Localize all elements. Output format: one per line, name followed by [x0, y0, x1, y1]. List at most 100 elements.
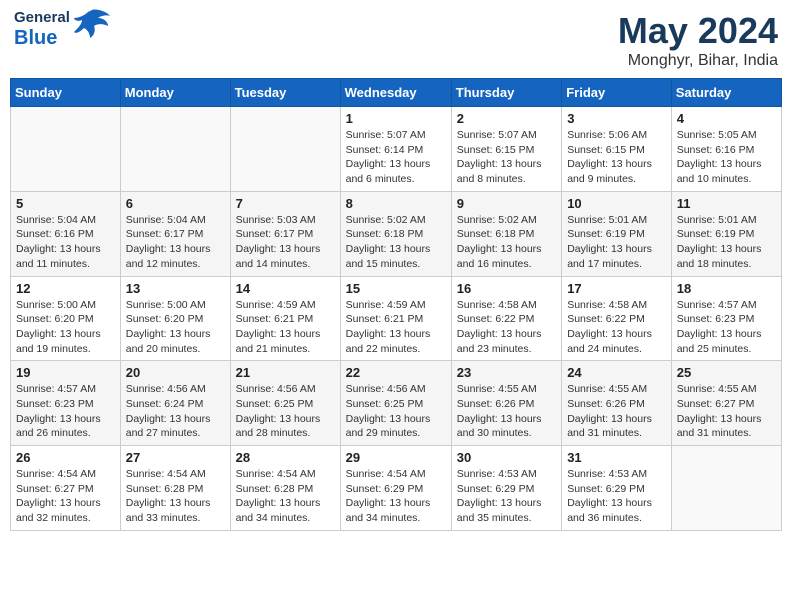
weekday-header-wednesday: Wednesday: [340, 79, 451, 107]
calendar-table: SundayMondayTuesdayWednesdayThursdayFrid…: [10, 78, 782, 531]
day-number: 10: [567, 196, 666, 211]
day-info: Sunrise: 4:54 AMSunset: 6:27 PMDaylight:…: [16, 467, 115, 526]
day-info: Sunrise: 5:01 AMSunset: 6:19 PMDaylight:…: [677, 213, 776, 272]
day-info: Sunrise: 5:00 AMSunset: 6:20 PMDaylight:…: [16, 298, 115, 357]
calendar-cell: 3 Sunrise: 5:06 AMSunset: 6:15 PMDayligh…: [562, 107, 672, 192]
day-number: 12: [16, 281, 115, 296]
day-info: Sunrise: 5:02 AMSunset: 6:18 PMDaylight:…: [346, 213, 446, 272]
day-number: 17: [567, 281, 666, 296]
day-number: 13: [126, 281, 225, 296]
day-info: Sunrise: 4:58 AMSunset: 6:22 PMDaylight:…: [567, 298, 666, 357]
day-info: Sunrise: 4:57 AMSunset: 6:23 PMDaylight:…: [677, 298, 776, 357]
day-number: 31: [567, 450, 666, 465]
calendar-cell: 25 Sunrise: 4:55 AMSunset: 6:27 PMDaylig…: [671, 361, 781, 446]
day-info: Sunrise: 4:59 AMSunset: 6:21 PMDaylight:…: [236, 298, 335, 357]
calendar-cell: 15 Sunrise: 4:59 AMSunset: 6:21 PMDaylig…: [340, 276, 451, 361]
calendar-cell: [120, 107, 230, 192]
calendar-cell: 14 Sunrise: 4:59 AMSunset: 6:21 PMDaylig…: [230, 276, 340, 361]
calendar-cell: 8 Sunrise: 5:02 AMSunset: 6:18 PMDayligh…: [340, 191, 451, 276]
day-number: 2: [457, 111, 556, 126]
day-info: Sunrise: 5:03 AMSunset: 6:17 PMDaylight:…: [236, 213, 335, 272]
day-number: 25: [677, 365, 776, 380]
day-number: 15: [346, 281, 446, 296]
calendar-cell: 20 Sunrise: 4:56 AMSunset: 6:24 PMDaylig…: [120, 361, 230, 446]
logo-blue: Blue: [14, 27, 70, 49]
calendar-cell: 4 Sunrise: 5:05 AMSunset: 6:16 PMDayligh…: [671, 107, 781, 192]
calendar-cell: 27 Sunrise: 4:54 AMSunset: 6:28 PMDaylig…: [120, 446, 230, 531]
calendar-cell: 5 Sunrise: 5:04 AMSunset: 6:16 PMDayligh…: [11, 191, 121, 276]
day-info: Sunrise: 5:04 AMSunset: 6:16 PMDaylight:…: [16, 213, 115, 272]
location: Monghyr, Bihar, India: [618, 52, 778, 70]
calendar-cell: 11 Sunrise: 5:01 AMSunset: 6:19 PMDaylig…: [671, 191, 781, 276]
day-info: Sunrise: 4:56 AMSunset: 6:25 PMDaylight:…: [346, 382, 446, 441]
day-info: Sunrise: 5:00 AMSunset: 6:20 PMDaylight:…: [126, 298, 225, 357]
calendar-cell: 10 Sunrise: 5:01 AMSunset: 6:19 PMDaylig…: [562, 191, 672, 276]
day-info: Sunrise: 4:56 AMSunset: 6:24 PMDaylight:…: [126, 382, 225, 441]
week-row-1: 1 Sunrise: 5:07 AMSunset: 6:14 PMDayligh…: [11, 107, 782, 192]
calendar-cell: 19 Sunrise: 4:57 AMSunset: 6:23 PMDaylig…: [11, 361, 121, 446]
weekday-header-thursday: Thursday: [451, 79, 561, 107]
weekday-header-row: SundayMondayTuesdayWednesdayThursdayFrid…: [11, 79, 782, 107]
calendar-cell: 30 Sunrise: 4:53 AMSunset: 6:29 PMDaylig…: [451, 446, 561, 531]
day-info: Sunrise: 4:56 AMSunset: 6:25 PMDaylight:…: [236, 382, 335, 441]
day-number: 8: [346, 196, 446, 211]
day-number: 9: [457, 196, 556, 211]
day-number: 19: [16, 365, 115, 380]
day-info: Sunrise: 4:54 AMSunset: 6:29 PMDaylight:…: [346, 467, 446, 526]
logo-general: General: [14, 10, 70, 27]
day-number: 11: [677, 196, 776, 211]
calendar-cell: 2 Sunrise: 5:07 AMSunset: 6:15 PMDayligh…: [451, 107, 561, 192]
day-info: Sunrise: 4:54 AMSunset: 6:28 PMDaylight:…: [126, 467, 225, 526]
calendar-cell: 24 Sunrise: 4:55 AMSunset: 6:26 PMDaylig…: [562, 361, 672, 446]
calendar-cell: [230, 107, 340, 192]
calendar-cell: 28 Sunrise: 4:54 AMSunset: 6:28 PMDaylig…: [230, 446, 340, 531]
logo-text: General Blue: [14, 10, 70, 49]
day-number: 5: [16, 196, 115, 211]
calendar-cell: 12 Sunrise: 5:00 AMSunset: 6:20 PMDaylig…: [11, 276, 121, 361]
calendar-cell: 21 Sunrise: 4:56 AMSunset: 6:25 PMDaylig…: [230, 361, 340, 446]
day-info: Sunrise: 5:07 AMSunset: 6:15 PMDaylight:…: [457, 128, 556, 187]
day-info: Sunrise: 5:07 AMSunset: 6:14 PMDaylight:…: [346, 128, 446, 187]
day-number: 29: [346, 450, 446, 465]
week-row-3: 12 Sunrise: 5:00 AMSunset: 6:20 PMDaylig…: [11, 276, 782, 361]
day-number: 26: [16, 450, 115, 465]
day-info: Sunrise: 4:58 AMSunset: 6:22 PMDaylight:…: [457, 298, 556, 357]
page-header: General Blue May 2024 Monghyr, Bihar, In…: [10, 10, 782, 70]
day-number: 1: [346, 111, 446, 126]
day-number: 6: [126, 196, 225, 211]
day-number: 16: [457, 281, 556, 296]
day-number: 7: [236, 196, 335, 211]
week-row-4: 19 Sunrise: 4:57 AMSunset: 6:23 PMDaylig…: [11, 361, 782, 446]
day-info: Sunrise: 4:55 AMSunset: 6:27 PMDaylight:…: [677, 382, 776, 441]
day-number: 27: [126, 450, 225, 465]
day-number: 4: [677, 111, 776, 126]
day-info: Sunrise: 4:53 AMSunset: 6:29 PMDaylight:…: [567, 467, 666, 526]
day-info: Sunrise: 4:59 AMSunset: 6:21 PMDaylight:…: [346, 298, 446, 357]
logo-bird-icon: [74, 8, 110, 43]
logo: General Blue: [14, 10, 110, 49]
title-block: May 2024 Monghyr, Bihar, India: [618, 10, 778, 70]
day-number: 30: [457, 450, 556, 465]
calendar-cell: 7 Sunrise: 5:03 AMSunset: 6:17 PMDayligh…: [230, 191, 340, 276]
week-row-5: 26 Sunrise: 4:54 AMSunset: 6:27 PMDaylig…: [11, 446, 782, 531]
day-info: Sunrise: 5:05 AMSunset: 6:16 PMDaylight:…: [677, 128, 776, 187]
day-info: Sunrise: 4:57 AMSunset: 6:23 PMDaylight:…: [16, 382, 115, 441]
day-number: 3: [567, 111, 666, 126]
weekday-header-sunday: Sunday: [11, 79, 121, 107]
day-info: Sunrise: 5:04 AMSunset: 6:17 PMDaylight:…: [126, 213, 225, 272]
day-number: 22: [346, 365, 446, 380]
calendar-cell: 31 Sunrise: 4:53 AMSunset: 6:29 PMDaylig…: [562, 446, 672, 531]
day-info: Sunrise: 5:06 AMSunset: 6:15 PMDaylight:…: [567, 128, 666, 187]
calendar-cell: 29 Sunrise: 4:54 AMSunset: 6:29 PMDaylig…: [340, 446, 451, 531]
calendar-cell: 13 Sunrise: 5:00 AMSunset: 6:20 PMDaylig…: [120, 276, 230, 361]
day-number: 23: [457, 365, 556, 380]
day-info: Sunrise: 4:54 AMSunset: 6:28 PMDaylight:…: [236, 467, 335, 526]
day-number: 20: [126, 365, 225, 380]
calendar-cell: 18 Sunrise: 4:57 AMSunset: 6:23 PMDaylig…: [671, 276, 781, 361]
calendar-cell: 16 Sunrise: 4:58 AMSunset: 6:22 PMDaylig…: [451, 276, 561, 361]
day-info: Sunrise: 4:55 AMSunset: 6:26 PMDaylight:…: [457, 382, 556, 441]
weekday-header-monday: Monday: [120, 79, 230, 107]
calendar-cell: 6 Sunrise: 5:04 AMSunset: 6:17 PMDayligh…: [120, 191, 230, 276]
calendar-cell: 9 Sunrise: 5:02 AMSunset: 6:18 PMDayligh…: [451, 191, 561, 276]
month-title: May 2024: [618, 10, 778, 52]
